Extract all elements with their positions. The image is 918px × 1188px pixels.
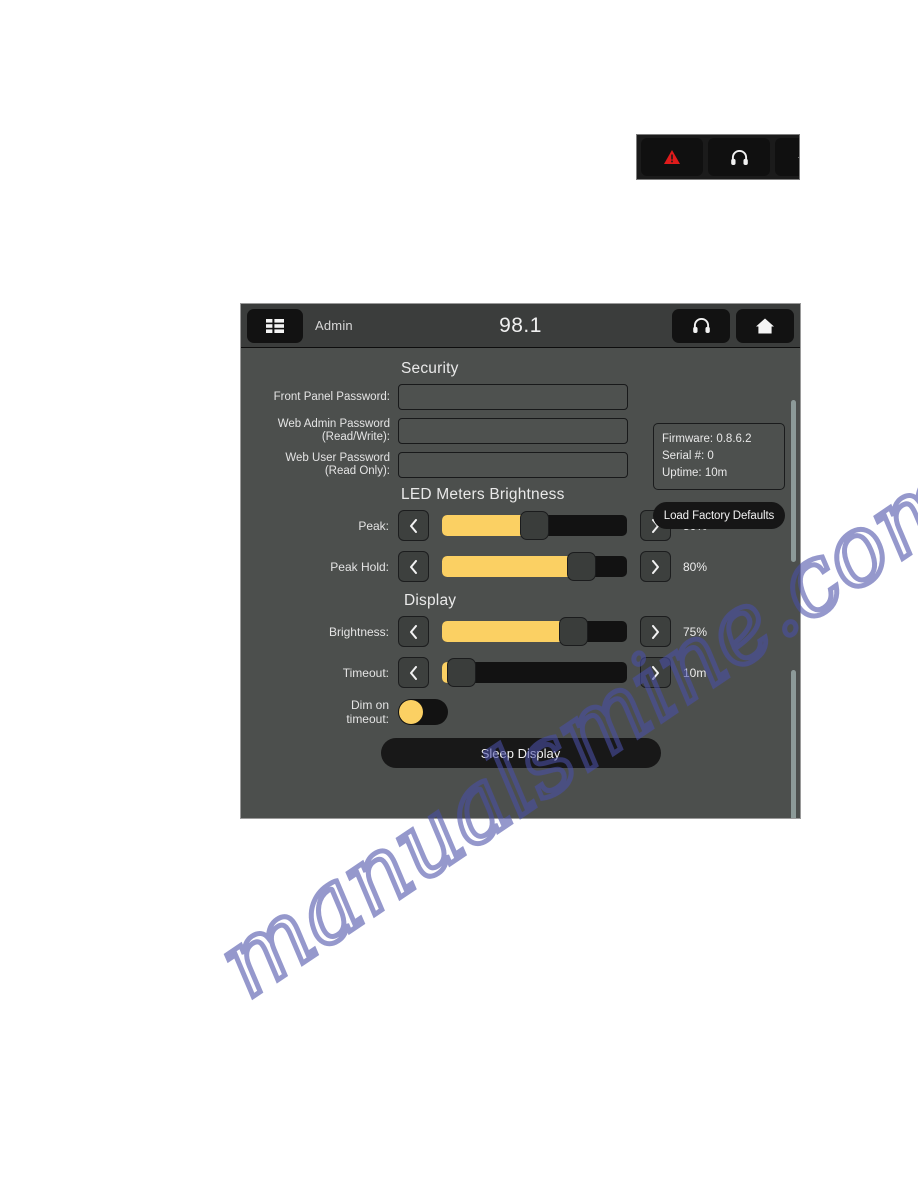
label-line-2: timeout: bbox=[346, 712, 389, 726]
timeout-slider-row: Timeout: 10m bbox=[241, 657, 800, 688]
firmware-label: Firmware: bbox=[662, 433, 714, 445]
dim-on-timeout-row: Dim on timeout: bbox=[241, 698, 800, 726]
user-label: Admin bbox=[315, 318, 353, 333]
peak-slider-track[interactable] bbox=[442, 511, 627, 540]
peak-hold-slider-knob[interactable] bbox=[566, 552, 596, 581]
timeout-value: 10m bbox=[683, 665, 707, 680]
brightness-slider-fill bbox=[442, 621, 574, 642]
peak-slider-knob[interactable] bbox=[520, 511, 549, 540]
chevron-right-icon bbox=[652, 559, 659, 574]
front-panel-password-row: Front Panel Password: bbox=[241, 384, 800, 410]
device-titlebar: Admin 98.1 bbox=[241, 304, 800, 348]
uptime-value: 10m bbox=[704, 467, 728, 479]
load-factory-defaults-button[interactable]: Load Factory Defaults bbox=[653, 502, 785, 529]
label-line-1: Web Admin Password bbox=[277, 418, 390, 430]
web-admin-password-label: Web Admin Password (Read/Write): bbox=[241, 418, 398, 444]
brightness-slider-knob[interactable] bbox=[559, 617, 588, 646]
alarm-warning-button[interactable] bbox=[641, 138, 703, 176]
grid-menu-icon bbox=[266, 318, 284, 333]
chevron-right-icon bbox=[652, 665, 659, 680]
serial-value: 0 bbox=[707, 450, 714, 462]
brightness-decrement-button[interactable] bbox=[398, 616, 429, 647]
serial-info: Serial #: 0 bbox=[662, 448, 776, 465]
brightness-slider-track[interactable] bbox=[442, 617, 627, 646]
display-heading: Display bbox=[404, 592, 457, 609]
device-info-box: Firmware: 0.8.6.2 Serial #: 0 Uptime: 10… bbox=[653, 423, 785, 490]
firmware-info: Firmware: 0.8.6.2 bbox=[662, 431, 776, 448]
front-panel-password-input[interactable] bbox=[398, 384, 628, 410]
headphones-button[interactable] bbox=[672, 308, 730, 343]
home-icon bbox=[756, 318, 774, 333]
label-line-2: (Read/Write): bbox=[321, 431, 390, 443]
device-settings-panel: Admin 98.1 Security Front Panel Password… bbox=[240, 303, 801, 819]
peak-hold-label: Peak Hold: bbox=[330, 559, 389, 574]
headphones-icon bbox=[692, 317, 710, 333]
headphones-button[interactable] bbox=[708, 138, 770, 176]
home-button[interactable] bbox=[736, 308, 794, 343]
chevron-left-icon bbox=[410, 665, 417, 680]
peak-hold-decrement-button[interactable] bbox=[398, 551, 429, 582]
uptime-info: Uptime: 10m bbox=[662, 465, 776, 482]
label-line-2: (Read Only): bbox=[324, 465, 390, 477]
chevron-left-icon bbox=[410, 518, 417, 533]
menu-button[interactable] bbox=[247, 308, 303, 343]
scrollbar-thumb-upper[interactable] bbox=[791, 400, 796, 562]
peak-decrement-button[interactable] bbox=[398, 510, 429, 541]
brightness-value: 75% bbox=[683, 624, 708, 639]
peak-hold-slider-track[interactable] bbox=[442, 552, 627, 581]
toggle-knob bbox=[399, 700, 423, 724]
web-user-password-label: Web User Password (Read Only): bbox=[241, 452, 398, 478]
titlebar-actions bbox=[666, 308, 794, 343]
peak-hold-value: 80% bbox=[683, 559, 708, 574]
peak-hold-increment-button[interactable] bbox=[640, 551, 671, 582]
timeout-decrement-button[interactable] bbox=[398, 657, 429, 688]
brightness-slider-row: Brightness: 75% bbox=[241, 616, 800, 647]
home-icon bbox=[797, 156, 799, 158]
peak-hold-slider-row: Peak Hold: 80% bbox=[241, 551, 800, 582]
serial-label: Serial #: bbox=[662, 450, 705, 462]
dim-on-timeout-toggle[interactable] bbox=[398, 699, 448, 725]
label-line-1: Web User Password bbox=[285, 452, 390, 464]
brightness-label: Brightness: bbox=[328, 624, 389, 639]
chevron-left-icon bbox=[410, 624, 417, 639]
chevron-left-icon bbox=[410, 559, 417, 574]
dim-on-timeout-label: Dim on timeout: bbox=[241, 698, 398, 726]
timeout-slider-track[interactable] bbox=[442, 658, 627, 687]
firmware-value: 0.8.6.2 bbox=[716, 433, 752, 445]
brightness-increment-button[interactable] bbox=[640, 616, 671, 647]
label-line-1: Dim on bbox=[350, 698, 389, 712]
timeout-slider-knob[interactable] bbox=[446, 658, 476, 687]
front-panel-password-label: Front Panel Password: bbox=[273, 390, 390, 403]
peak-label: Peak: bbox=[358, 518, 389, 533]
security-heading: Security bbox=[401, 360, 459, 377]
scrollbar-thumb-lower[interactable] bbox=[791, 670, 796, 818]
timeout-label: Timeout: bbox=[342, 665, 389, 680]
settings-content: Security Front Panel Password: Web Admin… bbox=[241, 348, 800, 818]
chevron-right-icon bbox=[652, 624, 659, 639]
web-admin-password-input[interactable] bbox=[398, 418, 628, 444]
web-user-password-input[interactable] bbox=[398, 452, 628, 478]
headphones-icon bbox=[730, 149, 748, 165]
partial-toolbar-fragment bbox=[636, 134, 800, 180]
peak-hold-slider-fill bbox=[442, 556, 582, 577]
sleep-display-button[interactable]: Sleep Display bbox=[380, 738, 661, 768]
uptime-label: Uptime: bbox=[662, 467, 702, 479]
timeout-increment-button[interactable] bbox=[640, 657, 671, 688]
warning-triangle-icon bbox=[664, 150, 680, 164]
home-button[interactable] bbox=[775, 138, 799, 176]
